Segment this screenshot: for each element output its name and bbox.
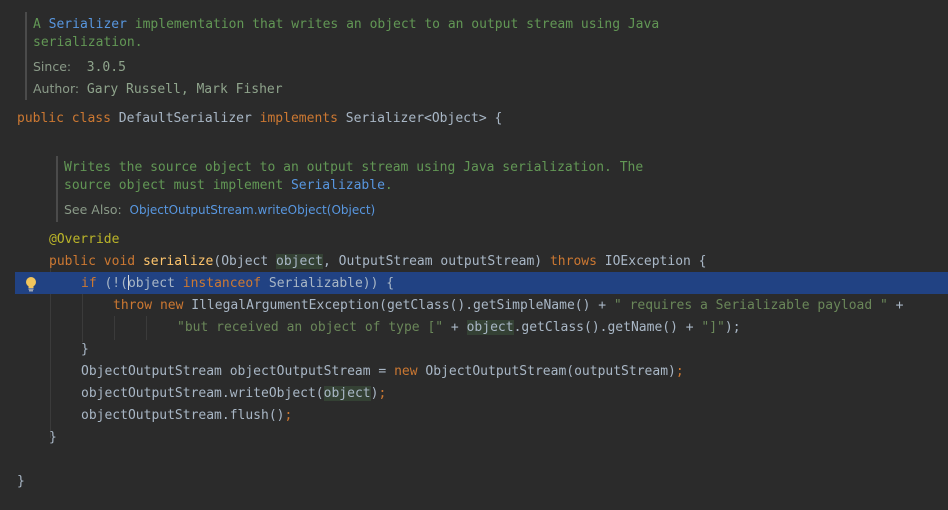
close-brace: } (17, 472, 25, 492)
doc-line: serialization. (33, 34, 143, 52)
code-text: ObjectOutputStream(outputStream) (417, 364, 676, 379)
object-ref: object (127, 276, 175, 291)
oos-declaration: ObjectOutputStream objectOutputStream = … (81, 362, 684, 382)
semicolon: ; (378, 386, 387, 401)
keyword: throw (113, 298, 153, 313)
doc-text: source object must implement (64, 178, 291, 193)
serializer-link[interactable]: Serializer (49, 17, 127, 32)
semicolon: ; (284, 408, 293, 423)
interface-name: Serializer<Object> { (337, 111, 503, 126)
keyword: instanceof (182, 276, 262, 291)
code-text: + (443, 320, 467, 335)
method-signature: public void serialize(Object object, Out… (49, 252, 707, 272)
code-text: objectOutputStream.writeObject( (81, 386, 324, 401)
annotation-line: @Override (49, 230, 119, 250)
keyword: implements (259, 111, 338, 126)
code-text: objectOutputStream.flush() (81, 408, 285, 423)
doc-text: implementation that writes an object to … (126, 17, 660, 32)
serializable-link[interactable]: Serializable (291, 178, 385, 193)
code-text: + (887, 298, 904, 313)
write-object-call: objectOutputStream.writeObject(object); (81, 384, 386, 404)
close-brace: } (49, 428, 57, 448)
indent-guide (146, 316, 147, 340)
code-text: } (49, 430, 57, 445)
string-literal: "but received an object of type [" (177, 320, 444, 335)
object-ref: object (323, 386, 371, 401)
write-object-link[interactable]: ObjectOutputStream.writeObject(Object) (130, 203, 376, 217)
string-literal: "]" (701, 320, 725, 335)
code-text: } (17, 474, 25, 489)
keyword: class (71, 111, 111, 126)
code-text: ObjectOutputStream objectOutputStream = (81, 364, 395, 379)
keyword: if (81, 276, 97, 291)
indent-guide (114, 316, 115, 340)
method-javadoc: Writes the source object to an output st… (56, 156, 643, 222)
throw-continuation: "but received an object of type [" + obj… (177, 318, 741, 338)
code-text: (Object (213, 254, 277, 269)
throw-statement: throw new IllegalArgumentException(getCl… (113, 296, 904, 316)
code-text: } (81, 342, 89, 357)
lightbulb-icon[interactable] (24, 276, 38, 292)
since-value: 3.0.5 (86, 60, 126, 75)
code-text: ); (724, 320, 741, 335)
doc-text: serialization. (33, 35, 143, 50)
doc-see-also: See Also: ObjectOutputStream.writeObject… (64, 201, 375, 220)
see-also-tag: See Also: (64, 202, 122, 217)
close-brace: } (81, 340, 89, 360)
indent-guide (82, 294, 83, 342)
keyword: new (394, 364, 418, 379)
doc-text: . (384, 178, 393, 193)
keyword: void (103, 254, 136, 269)
object-ref: object (466, 320, 514, 335)
doc-text: A (33, 17, 49, 32)
code-text: , OutputStream outputStream) (322, 254, 550, 269)
class-javadoc: A Serializer implementation that writes … (25, 12, 659, 100)
code-text: IllegalArgumentException(getClass().getS… (183, 298, 614, 313)
keyword: new (159, 298, 184, 313)
keyword: public (49, 254, 96, 269)
doc-since: Since: 3.0.5 (33, 58, 126, 77)
doc-text: Writes the source object to an output st… (64, 160, 644, 175)
keyword: public (17, 111, 64, 126)
semicolon: ; (675, 364, 684, 379)
doc-line: Writes the source object to an output st… (64, 159, 643, 177)
doc-line: A Serializer implementation that writes … (33, 16, 659, 34)
doc-line: source object must implement Serializabl… (64, 177, 393, 195)
string-literal: " requires a Serializable payload " (613, 298, 888, 313)
flush-call: objectOutputStream.flush(); (81, 406, 292, 426)
author-tag: Author: (33, 81, 80, 96)
if-statement: if (!(object instanceof Serializable)) { (81, 274, 394, 294)
override-annotation: @Override (49, 232, 120, 247)
param-object: object (276, 254, 323, 269)
keyword: throws (549, 254, 597, 269)
method-name: serialize (142, 254, 214, 269)
class-name: DefaultSerializer (110, 111, 260, 126)
code-editor[interactable]: A Serializer implementation that writes … (0, 0, 948, 510)
author-value: Gary Russell, Mark Fisher (86, 82, 283, 97)
since-tag: Since: (33, 59, 72, 74)
class-declaration: public class DefaultSerializer implement… (17, 109, 502, 129)
code-text: IOException { (596, 254, 707, 269)
code-text: .getClass().getName() + (513, 320, 702, 335)
code-text: (!( (96, 276, 128, 291)
doc-author: Author: Gary Russell, Mark Fisher (33, 80, 283, 99)
code-text: Serializable)) { (261, 276, 395, 291)
